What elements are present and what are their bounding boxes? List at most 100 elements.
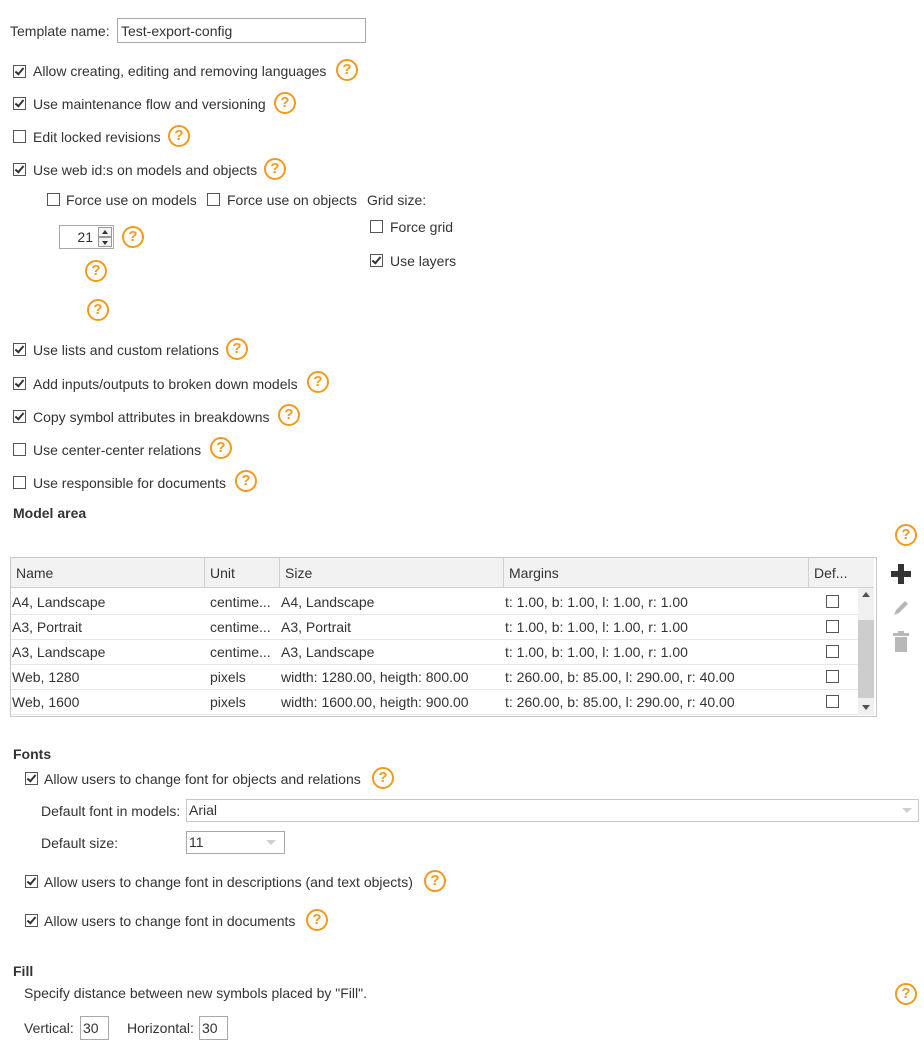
responsible-docs-checkbox[interactable] [13, 476, 26, 489]
default-size-value: 11 [189, 834, 204, 850]
help-icon[interactable]: ? [424, 870, 446, 892]
default-size-label: Default size: [41, 835, 119, 851]
allow-languages-label: Allow creating, editing and removing lan… [33, 63, 327, 79]
allow-documents-font-checkbox[interactable] [25, 914, 38, 927]
fill-title: Fill [13, 963, 34, 979]
vertical-input[interactable] [80, 1016, 109, 1040]
use-layers-checkbox[interactable] [370, 254, 383, 267]
center-center-checkbox[interactable] [13, 443, 26, 456]
plus-icon [891, 564, 911, 584]
column-header-margins[interactable]: Margins [504, 558, 809, 587]
default-size-select[interactable]: 11 [186, 831, 285, 854]
grid-size-value: 21 [77, 229, 93, 245]
default-checkbox[interactable] [826, 645, 839, 658]
table-row[interactable]: Web, 1600 pixels width: 1600.00, heigth:… [11, 689, 858, 715]
grid-size-label: Grid size: [367, 192, 427, 208]
force-objects-checkbox[interactable] [207, 193, 220, 206]
default-checkbox[interactable] [826, 620, 839, 633]
web-ids-checkbox[interactable] [13, 163, 26, 176]
cell-name: A3, Portrait [12, 619, 83, 635]
column-header-size[interactable]: Size [280, 558, 504, 587]
default-font-select[interactable]: Arial [186, 799, 919, 822]
help-icon[interactable]: ? [210, 437, 232, 459]
horizontal-label: Horizontal: [127, 1020, 194, 1036]
table-row[interactable]: A3, Portrait centime... A3, Portrait t: … [11, 614, 858, 640]
model-area-table[interactable]: Name Unit Size Margins Def... A4, Landsc… [10, 557, 877, 717]
force-grid-label: Force grid [390, 219, 454, 235]
allow-descriptions-font-label: Allow users to change font in descriptio… [44, 874, 413, 890]
use-layers-label: Use layers [390, 253, 457, 269]
fonts-title: Fonts [13, 746, 52, 762]
cell-margins: t: 260.00, b: 85.00, l: 290.00, r: 40.00 [505, 694, 735, 710]
responsible-docs-label: Use responsible for documents [33, 475, 226, 491]
edit-model-area-button[interactable] [891, 598, 911, 618]
copy-symbol-checkbox[interactable] [13, 410, 26, 423]
cell-unit: centime... [210, 644, 271, 660]
force-grid-checkbox[interactable] [370, 220, 383, 233]
template-name-input[interactable] [117, 18, 366, 43]
maintenance-flow-checkbox[interactable] [13, 97, 26, 110]
cell-size: A4, Landscape [281, 594, 375, 610]
cell-margins: t: 1.00, b: 1.00, l: 1.00, r: 1.00 [505, 594, 688, 610]
lists-relations-checkbox[interactable] [13, 343, 26, 356]
edit-locked-checkbox[interactable] [13, 130, 26, 143]
web-ids-label: Use web id:s on models and objects [33, 162, 258, 178]
help-icon[interactable]: ? [87, 299, 109, 321]
help-icon[interactable]: ? [307, 371, 329, 393]
allow-languages-checkbox[interactable] [13, 65, 26, 78]
cell-unit: pixels [210, 694, 246, 710]
grid-size-spinner[interactable]: 21 [59, 225, 114, 249]
help-icon[interactable]: ? [168, 125, 190, 147]
help-icon[interactable]: ? [372, 767, 394, 789]
help-icon[interactable]: ? [122, 226, 144, 248]
inputs-outputs-checkbox[interactable] [13, 377, 26, 390]
edit-locked-label: Edit locked revisions [33, 129, 161, 145]
fill-description: Specify distance between new symbols pla… [24, 985, 367, 1001]
default-checkbox[interactable] [826, 695, 839, 708]
cell-size: width: 1280.00, heigth: 800.00 [281, 669, 469, 685]
chevron-down-icon [102, 241, 108, 245]
help-icon[interactable]: ? [235, 470, 257, 492]
help-icon[interactable]: ? [306, 909, 328, 931]
scrollbar-thumb[interactable] [858, 620, 874, 698]
cell-name: Web, 1600 [12, 694, 80, 710]
chevron-up-icon[interactable] [862, 592, 870, 597]
spinner-down-button[interactable] [98, 237, 112, 247]
cell-margins: t: 1.00, b: 1.00, l: 1.00, r: 1.00 [505, 644, 688, 660]
allow-objects-font-label: Allow users to change font for objects a… [44, 771, 361, 787]
force-models-checkbox[interactable] [47, 193, 60, 206]
spinner-up-button[interactable] [98, 227, 112, 237]
force-models-label: Force use on models [66, 192, 197, 208]
vertical-label: Vertical: [24, 1020, 74, 1036]
help-icon[interactable]: ? [274, 92, 296, 114]
cell-size: A3, Portrait [281, 619, 352, 635]
table-row[interactable]: A3, Landscape centime... A3, Landscape t… [11, 639, 858, 665]
column-header-unit[interactable]: Unit [205, 558, 280, 587]
cell-size: width: 1600.00, heigth: 900.00 [281, 694, 469, 710]
help-icon[interactable]: ? [895, 524, 917, 546]
column-header-name[interactable]: Name [11, 558, 205, 587]
help-icon[interactable]: ? [264, 158, 286, 180]
help-icon[interactable]: ? [85, 260, 107, 282]
help-icon[interactable]: ? [226, 338, 248, 360]
default-checkbox[interactable] [826, 595, 839, 608]
allow-objects-font-checkbox[interactable] [25, 772, 38, 785]
horizontal-input[interactable] [199, 1016, 228, 1040]
allow-documents-font-label: Allow users to change font in documents [44, 913, 296, 929]
chevron-down-icon[interactable] [862, 705, 870, 710]
table-scrollbar[interactable] [858, 588, 874, 715]
help-icon[interactable]: ? [895, 983, 917, 1005]
delete-model-area-button[interactable] [892, 631, 910, 653]
help-icon[interactable]: ? [278, 404, 300, 426]
default-checkbox[interactable] [826, 670, 839, 683]
cell-margins: t: 1.00, b: 1.00, l: 1.00, r: 1.00 [505, 619, 688, 635]
column-header-default[interactable]: Def... [809, 558, 874, 587]
help-icon[interactable]: ? [336, 59, 358, 81]
cell-unit: centime... [210, 619, 271, 635]
table-row[interactable]: A4, Landscape centime... A4, Landscape t… [11, 589, 858, 615]
table-row[interactable]: Web, 1280 pixels width: 1280.00, heigth:… [11, 664, 858, 690]
add-model-area-button[interactable] [890, 563, 912, 585]
default-font-value: Arial [189, 802, 218, 818]
allow-descriptions-font-checkbox[interactable] [25, 875, 38, 888]
cell-unit: pixels [210, 669, 246, 685]
